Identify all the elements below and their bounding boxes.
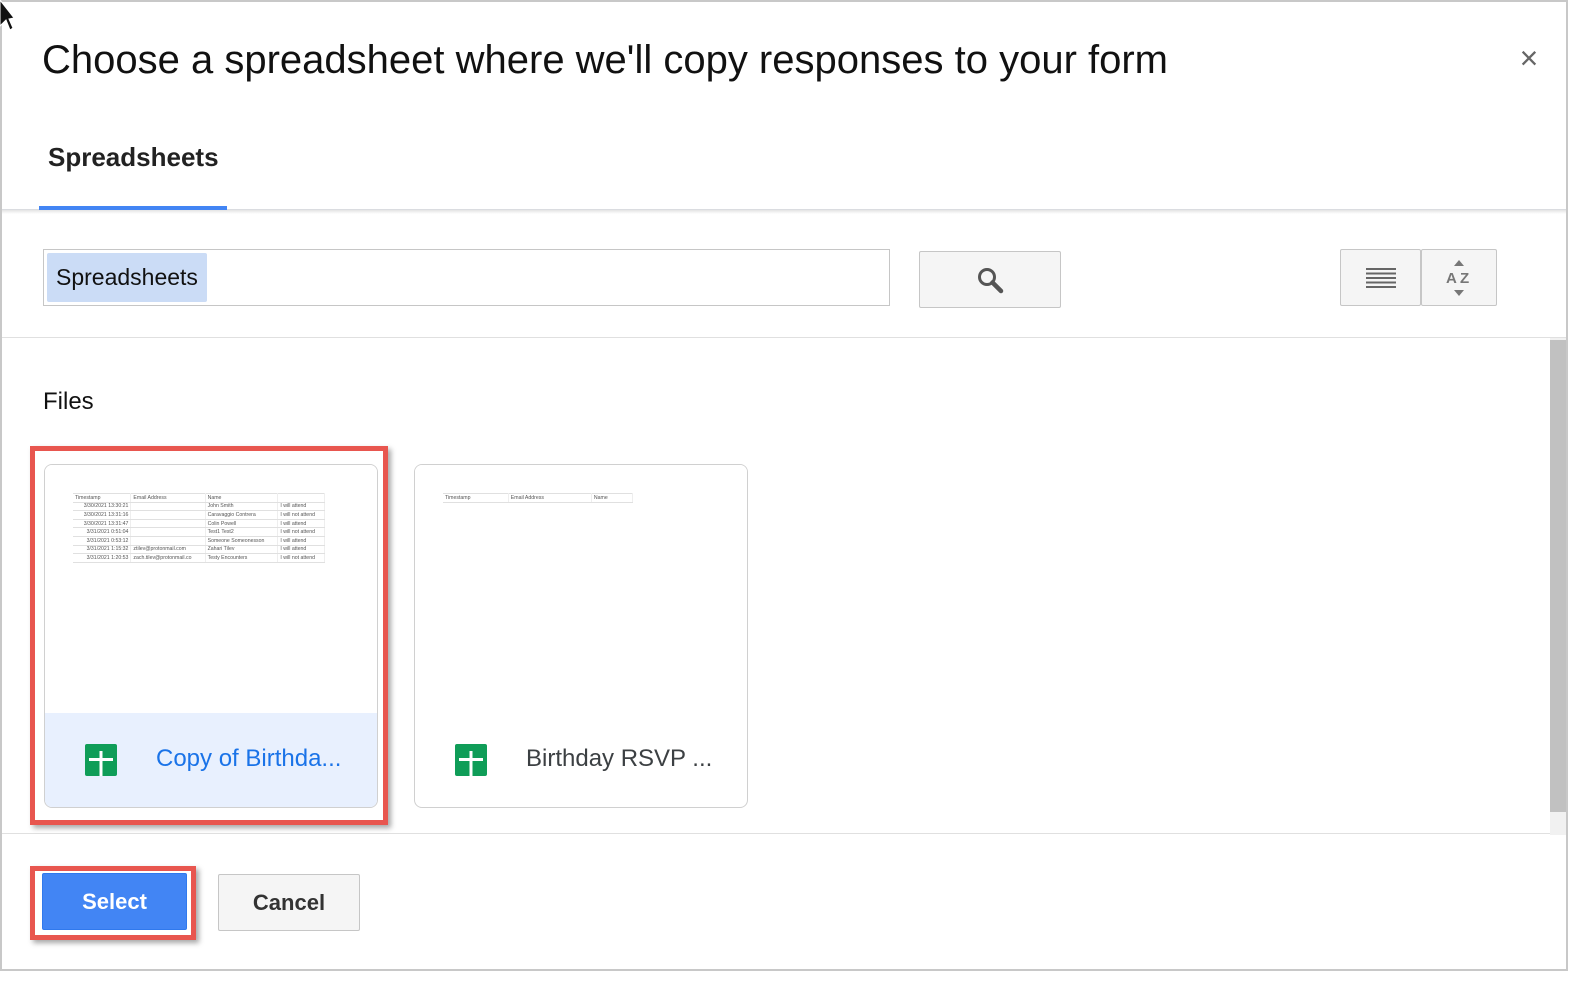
thumbnail-cell: 3/30/2021 13:31:47 [73, 519, 132, 529]
file-thumbnail: Timestamp Email Address Name 3/30/2021 13:3… [45, 465, 377, 713]
svg-text:Z: Z [1460, 270, 1469, 287]
thumbnail-cell: I will attend [277, 545, 325, 555]
thumbnail-row: 3/30/2021 13:31:47 Colin Powell I will att… [73, 519, 325, 529]
file-card-footer: Copy of Birthda... [45, 713, 377, 807]
thumbnail-header-cell: Timestamp [73, 493, 132, 503]
close-icon[interactable]: × [1514, 40, 1544, 76]
thumbnail-cell: ztilev@protonmail.com [130, 545, 206, 555]
google-sheets-icon [455, 744, 487, 776]
dialog-title: Choose a spreadsheet where we'll copy re… [42, 38, 1168, 82]
thumbnail-cell: 3/30/2021 13:30:21 [73, 502, 132, 512]
thumbnail-row: 3/31/2021 1:20:53 zach.tilev@protonmail.c… [73, 553, 325, 563]
tab-spreadsheets[interactable]: Spreadsheets [39, 112, 227, 210]
thumbnail-header-cell: Name [205, 493, 279, 503]
search-icon [978, 267, 1004, 293]
search-input[interactable]: Spreadsheets [43, 249, 890, 306]
thumbnail-cell: I will attend [277, 502, 325, 512]
files-pane: Files Timestamp Email Address Name 3/30/202… [2, 337, 1566, 835]
thumbnail-cell: I will not attend [277, 510, 325, 520]
thumbnail-row: 3/30/2021 13:30:21 John Smith I will atten… [73, 502, 325, 512]
thumbnail-cell: 3/31/2021 1:15:32 [73, 545, 132, 555]
cancel-button[interactable]: Cancel [218, 874, 360, 931]
thumbnail-cell [130, 502, 206, 512]
thumbnail-cell: Caravaggio Contrera [205, 510, 279, 520]
thumbnail-cell: zach.tilev@protonmail.co [130, 553, 206, 563]
thumbnail-header-cell: Email Address [130, 493, 206, 503]
thumbnail-cell: John Smith [205, 502, 279, 512]
thumbnail-cell: I will not attend [277, 527, 325, 537]
thumbnail-table: Timestamp Email Address Name 3/30/2021 13:3… [73, 493, 325, 563]
tab-divider [2, 210, 1566, 214]
sort-az-icon: A Z [1446, 259, 1469, 296]
sort-button[interactable]: A Z [1421, 249, 1497, 306]
mouse-cursor-icon [0, 0, 14, 30]
file-card-copy-of-birthday[interactable]: Timestamp Email Address Name 3/30/2021 13:3… [44, 464, 378, 808]
list-view-icon [1365, 267, 1396, 288]
thumbnail-row: 3/31/2021 0:51:04 Test1 Test2 I will not a… [73, 527, 325, 537]
search-button[interactable] [919, 251, 1061, 308]
thumbnail-row: 3/31/2021 0:53:12 Someone Someonesson I wi… [73, 536, 325, 546]
tab-label: Spreadsheets [48, 142, 219, 172]
thumbnail-header-cell: Email Address [508, 493, 592, 503]
thumbnail-header-row: Timestamp Email Address Name [443, 493, 634, 503]
files-section-label: Files [43, 388, 94, 415]
thumbnail-cell [130, 536, 206, 546]
thumbnail-header-cell: Timestamp [443, 493, 509, 503]
thumbnail-cell: 3/31/2021 1:20:53 [73, 553, 132, 563]
select-button[interactable]: Select [42, 873, 187, 930]
thumbnail-cell: 3/31/2021 0:53:12 [73, 536, 132, 546]
file-card-birthday-rsvp[interactable]: Timestamp Email Address Name Birthday RSVP… [414, 464, 748, 808]
thumbnail-cell: Test1 Test2 [205, 527, 279, 537]
file-card-footer: Birthday RSVP ... [415, 713, 747, 807]
svg-text:A: A [1446, 270, 1457, 287]
thumbnail-cell: Testy Encounters [205, 553, 279, 563]
thumbnail-header-row: Timestamp Email Address Name [73, 493, 325, 503]
scrollbar-thumb[interactable] [1550, 340, 1566, 812]
tab-bar: Spreadsheets [2, 112, 1566, 210]
thumbnail-table: Timestamp Email Address Name [443, 493, 634, 503]
thumbnail-cell: 3/31/2021 0:51:04 [73, 527, 132, 537]
thumbnail-cell: Colin Powell [205, 519, 279, 529]
file-name: Copy of Birthda... [156, 745, 342, 772]
thumbnail-row: 3/31/2021 1:15:32 ztilev@protonmail.com Za… [73, 545, 325, 555]
thumbnail-cell: I will not attend [277, 553, 325, 563]
thumbnail-row: 3/30/2021 13:31:16 Caravaggio Contrera I w… [73, 510, 325, 520]
list-view-button[interactable] [1340, 249, 1421, 306]
thumbnail-cell: I will attend [277, 536, 325, 546]
thumbnail-header-cell [277, 493, 325, 503]
thumbnail-cell [130, 519, 206, 529]
thumbnail-header-cell: Name [591, 493, 634, 503]
search-chip[interactable]: Spreadsheets [47, 253, 207, 302]
thumbnail-cell: Zahari Tilev [205, 545, 279, 555]
thumbnail-cell [130, 527, 206, 537]
thumbnail-cell: Someone Someonesson [205, 536, 279, 546]
file-name: Birthday RSVP ... [526, 745, 713, 772]
picker-dialog: Choose a spreadsheet where we'll copy re… [0, 0, 1568, 971]
file-thumbnail: Timestamp Email Address Name [415, 465, 747, 713]
thumbnail-cell: 3/30/2021 13:31:16 [73, 510, 132, 520]
thumbnail-cell: I will attend [277, 519, 325, 529]
thumbnail-cell [130, 510, 206, 520]
google-sheets-icon [85, 744, 117, 776]
vertical-scrollbar[interactable] [1550, 338, 1566, 835]
